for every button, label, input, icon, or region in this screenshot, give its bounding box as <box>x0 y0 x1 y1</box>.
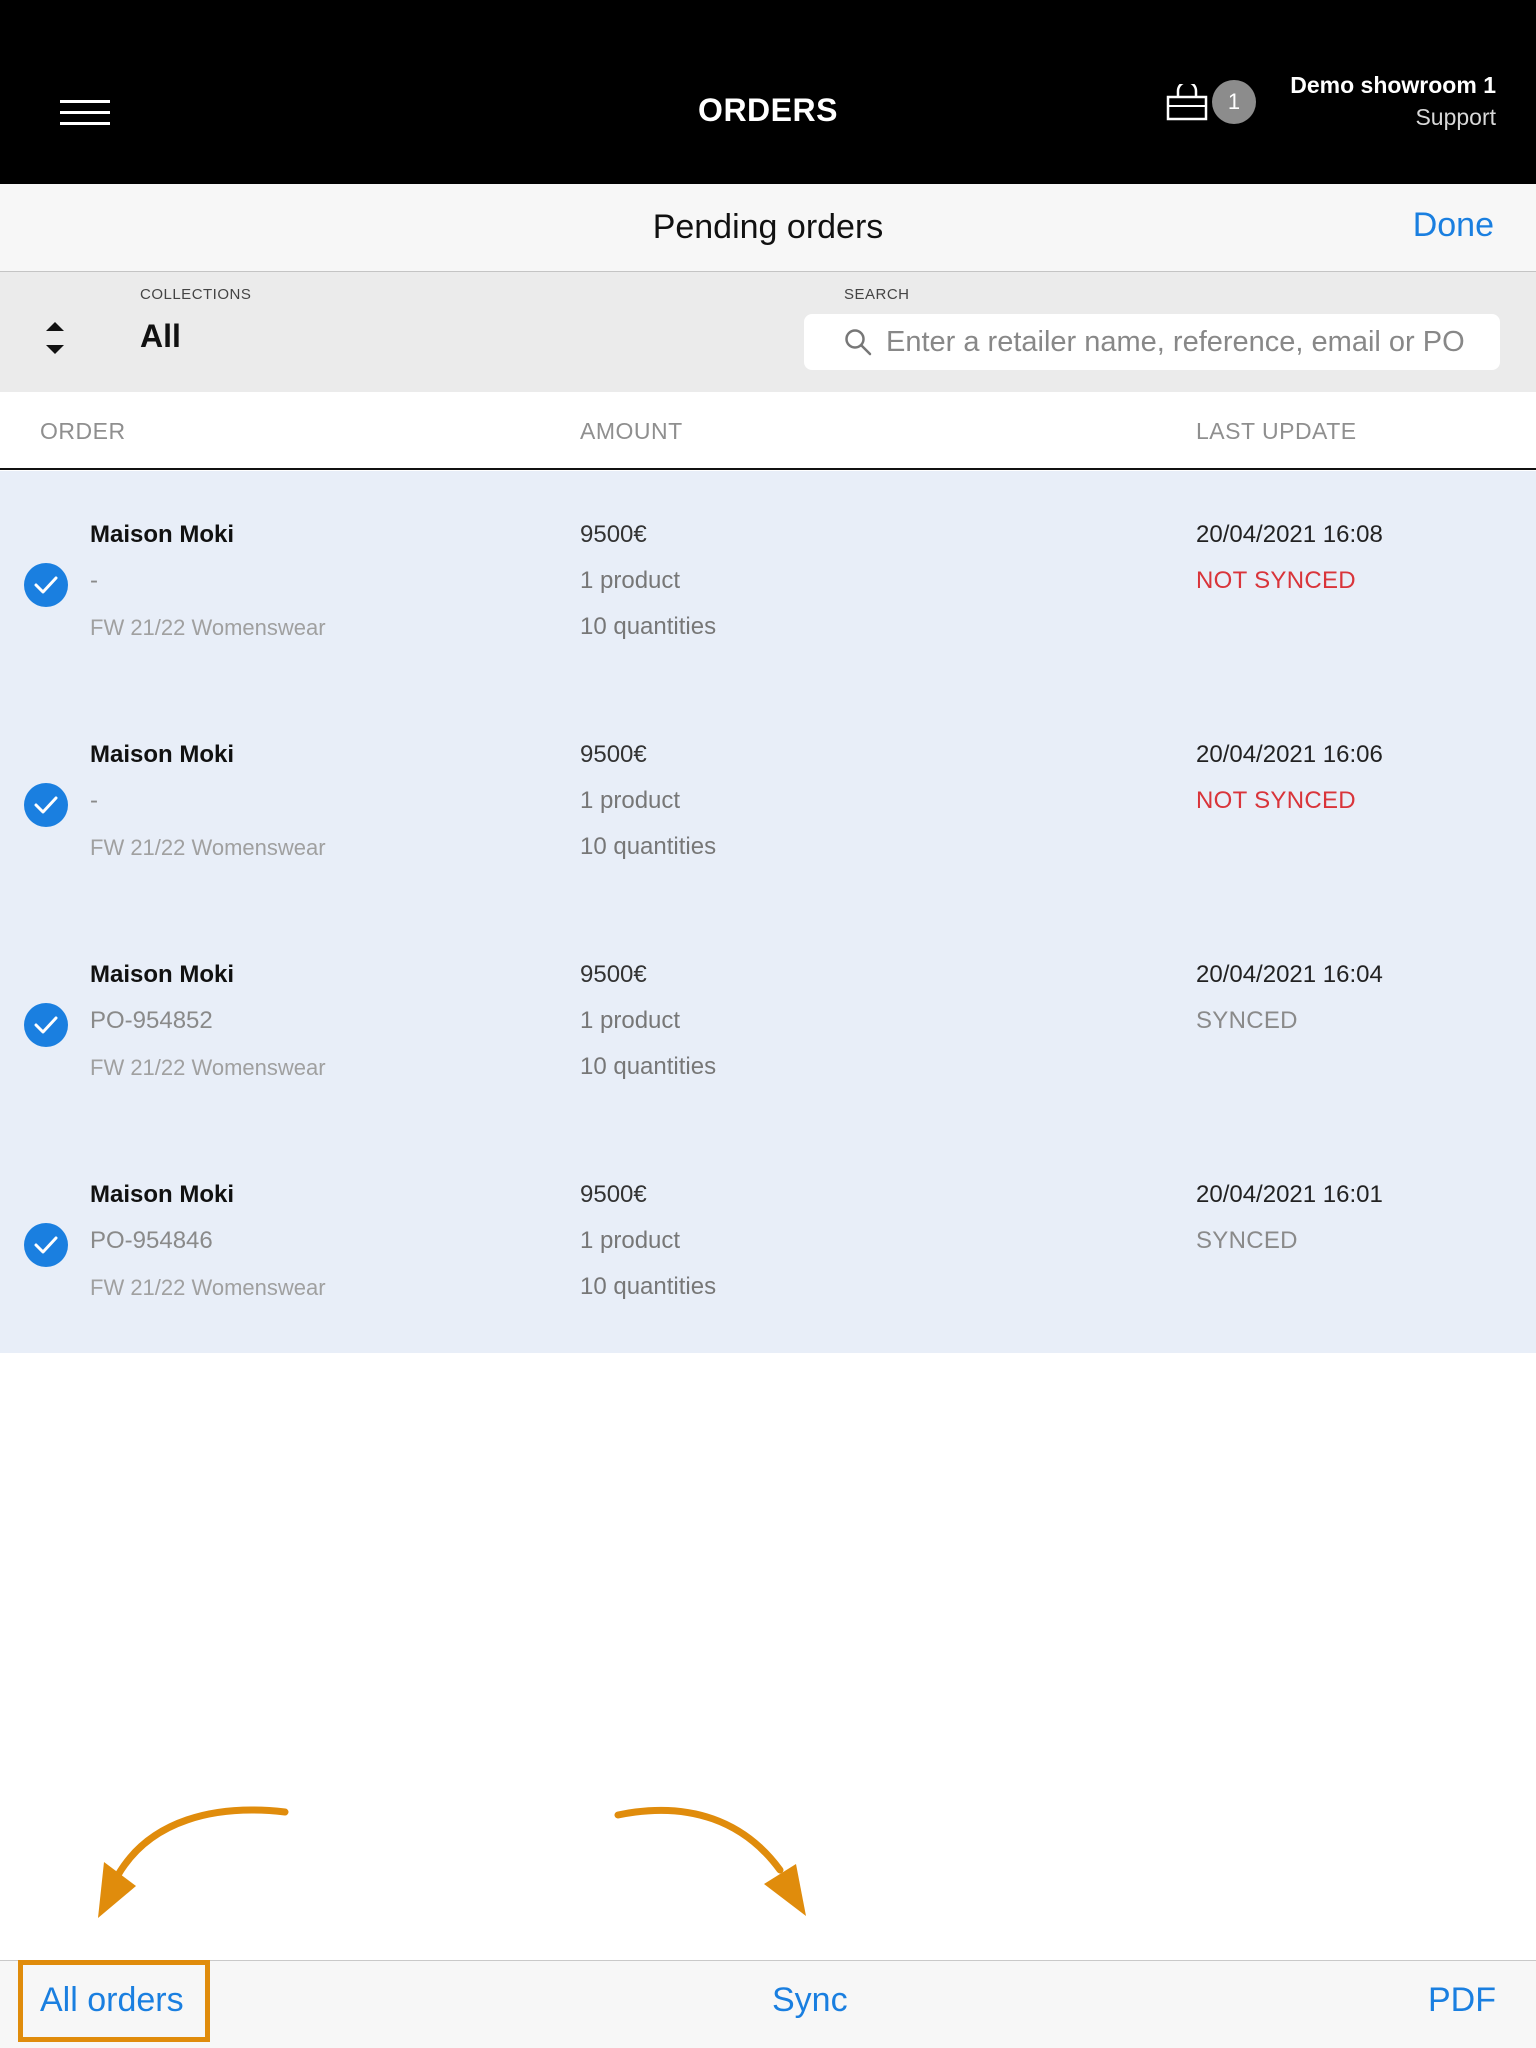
column-header-amount[interactable]: AMOUNT <box>580 418 683 445</box>
shopping-bag-icon[interactable] <box>1166 84 1208 122</box>
search-icon <box>845 329 872 356</box>
arrow-right-icon <box>614 1806 806 1916</box>
order-amount: 9500€ <box>580 741 647 768</box>
bottom-toolbar: All orders Sync PDF <box>0 1960 1536 2048</box>
annotation-arrows <box>98 1806 806 1918</box>
order-products: 1 product <box>580 1007 681 1034</box>
checkmark-circle-icon[interactable] <box>24 1003 68 1047</box>
sub-header: Pending orders Done <box>0 184 1536 272</box>
sync-status-badge: NOT SYNCED <box>1196 567 1356 594</box>
sync-status-badge: NOT SYNCED <box>1196 787 1356 814</box>
order-last-update: 20/04/2021 16:06 <box>1196 741 1383 768</box>
order-products: 1 product <box>580 1227 681 1254</box>
user-name[interactable]: Demo showroom 1 <box>1290 72 1496 99</box>
table-row[interactable]: Maison Moki PO-954846 FW 21/22 Womenswea… <box>0 1131 1536 1351</box>
collections-label: COLLECTIONS <box>140 286 252 303</box>
user-role: Support <box>1415 104 1496 130</box>
table-header: ORDER AMOUNT LAST UPDATE <box>0 392 1536 470</box>
table-row[interactable]: Maison Moki - FW 21/22 Womenswear 9500€ … <box>0 691 1536 911</box>
order-collection: FW 21/22 Womenswear <box>90 1055 326 1080</box>
retailer-name: Maison Moki <box>90 521 235 548</box>
highlight-frame <box>18 1960 210 2042</box>
order-last-update: 20/04/2021 16:08 <box>1196 521 1383 548</box>
order-products: 1 product <box>580 787 681 814</box>
order-quantities: 10 quantities <box>580 833 717 860</box>
search-input[interactable] <box>886 314 1486 370</box>
table-row[interactable]: Maison Moki - FW 21/22 Womenswear 9500€ … <box>0 471 1536 691</box>
order-reference: PO-954846 <box>90 1227 213 1254</box>
order-collection: FW 21/22 Womenswear <box>90 1275 326 1300</box>
order-amount: 9500€ <box>580 521 647 548</box>
order-collection: FW 21/22 Womenswear <box>90 615 326 640</box>
done-button[interactable]: Done <box>1413 206 1494 245</box>
checkmark-circle-icon[interactable] <box>24 783 68 827</box>
order-quantities: 10 quantities <box>580 613 717 640</box>
search-label: SEARCH <box>844 286 910 303</box>
table-row[interactable]: Maison Moki PO-954852 FW 21/22 Womenswea… <box>0 911 1536 1131</box>
order-amount: 9500€ <box>580 1181 647 1208</box>
sync-status-badge: SYNCED <box>1196 1227 1298 1254</box>
sync-button[interactable]: Sync <box>772 1981 848 2020</box>
checkmark-circle-icon[interactable] <box>24 563 68 607</box>
order-products: 1 product <box>580 567 681 594</box>
sync-status-badge: SYNCED <box>1196 1007 1298 1034</box>
search-box[interactable] <box>804 314 1500 370</box>
arrow-left-icon <box>98 1806 289 1918</box>
collections-select[interactable]: All <box>140 318 181 355</box>
retailer-name: Maison Moki <box>90 741 235 768</box>
sort-arrows-icon[interactable] <box>44 320 66 356</box>
column-header-last-update[interactable]: LAST UPDATE <box>1196 418 1357 445</box>
top-bar: ORDERS 1 Demo showroom 1 Support <box>0 0 1536 184</box>
retailer-name: Maison Moki <box>90 1181 235 1208</box>
retailer-name: Maison Moki <box>90 961 235 988</box>
checkmark-circle-icon[interactable] <box>24 1223 68 1267</box>
cart-count-badge[interactable]: 1 <box>1212 80 1256 124</box>
order-amount: 9500€ <box>580 961 647 988</box>
order-last-update: 20/04/2021 16:01 <box>1196 1181 1383 1208</box>
order-quantities: 10 quantities <box>580 1273 717 1300</box>
order-collection: FW 21/22 Womenswear <box>90 835 326 860</box>
order-reference: - <box>90 787 98 814</box>
pdf-button[interactable]: PDF <box>1428 1981 1496 2020</box>
order-reference: - <box>90 567 98 594</box>
filter-bar: COLLECTIONS All SEARCH <box>0 272 1536 392</box>
order-quantities: 10 quantities <box>580 1053 717 1080</box>
order-reference: PO-954852 <box>90 1007 213 1034</box>
orders-list: Maison Moki - FW 21/22 Womenswear 9500€ … <box>0 471 1536 1353</box>
column-header-order[interactable]: ORDER <box>40 418 126 445</box>
order-last-update: 20/04/2021 16:04 <box>1196 961 1383 988</box>
section-title: Pending orders <box>652 208 884 246</box>
